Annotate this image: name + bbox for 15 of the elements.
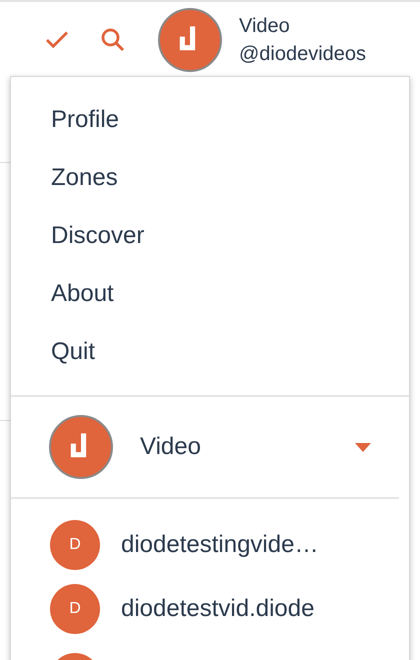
- menu-item[interactable]: Quit: [11, 323, 409, 381]
- account-item-name: diodetestvid.diode: [121, 595, 314, 623]
- account-handle: @diodevideos: [239, 42, 366, 67]
- account-switcher[interactable]: Video: [11, 397, 409, 497]
- account-initial: D: [50, 584, 100, 634]
- menu-item[interactable]: Zones: [11, 149, 409, 207]
- menu-item[interactable]: About: [11, 265, 409, 323]
- account-item-name: diodetestingvide…: [121, 531, 318, 559]
- menu-item[interactable]: Profile: [11, 91, 409, 149]
- account-initial: D: [50, 520, 100, 570]
- account-item[interactable]: D diodetestvid.diode: [11, 577, 409, 641]
- menu-item[interactable]: Discover: [11, 207, 409, 265]
- account-name: Video: [140, 433, 202, 461]
- account-item[interactable]: D diodetestingvide…: [11, 513, 409, 577]
- account-name: Video: [239, 14, 291, 39]
